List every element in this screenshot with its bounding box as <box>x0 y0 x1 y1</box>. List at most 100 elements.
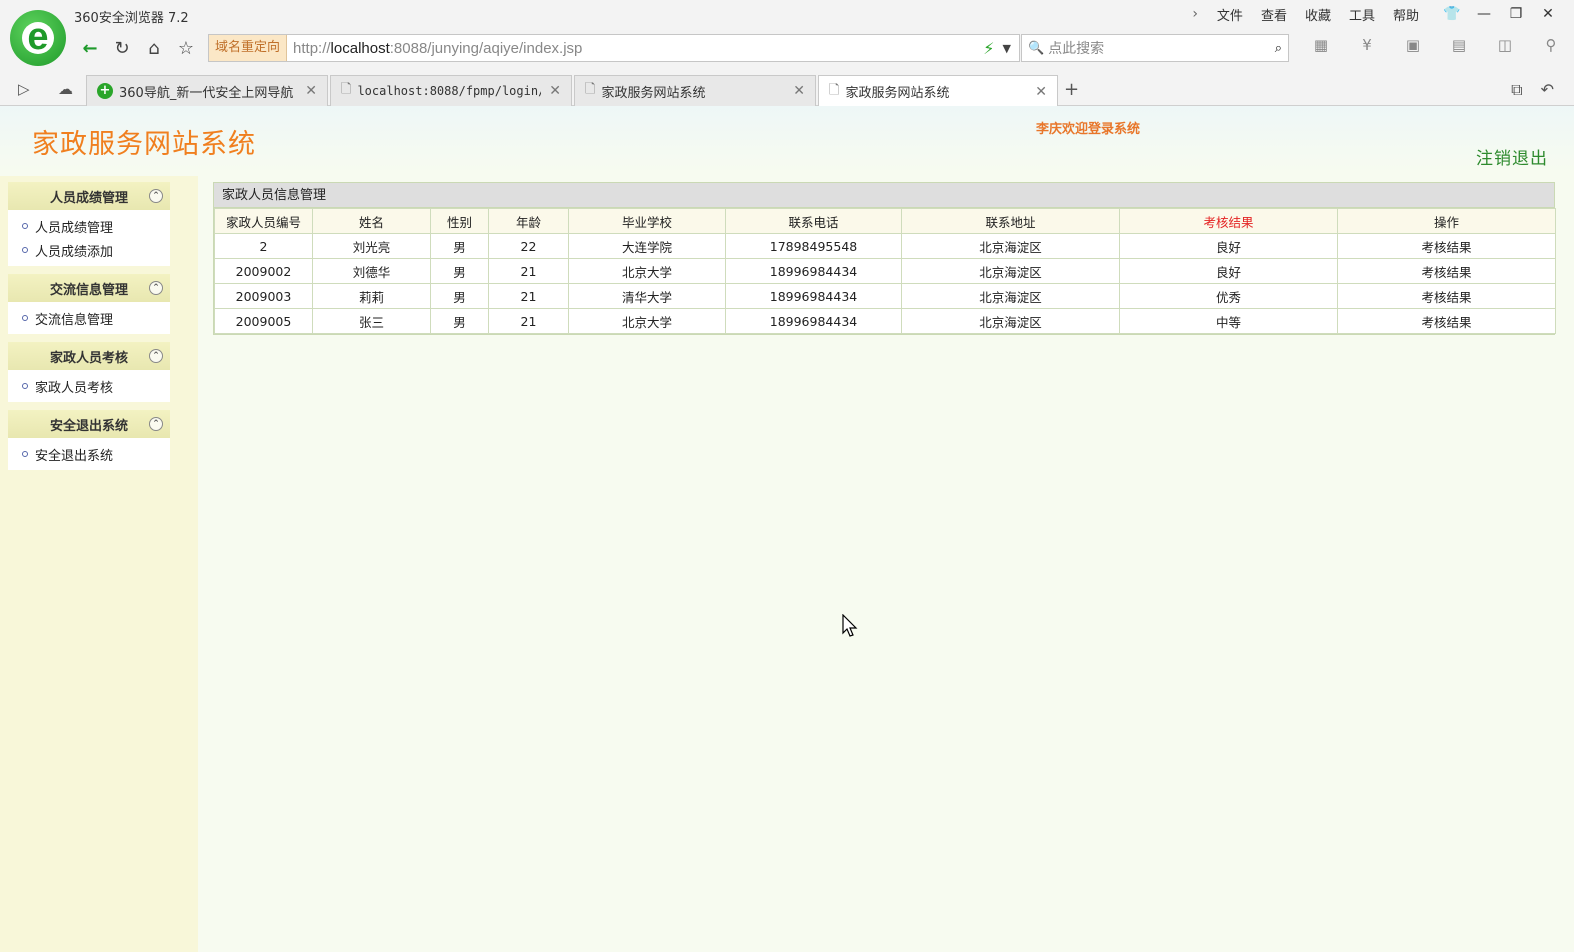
search-box[interactable]: 🔍 点此搜索 ⌕ <box>1021 34 1289 62</box>
page-icon: 🗋 <box>341 82 352 97</box>
sidebar-section-header[interactable]: 交流信息管理 ⌃ <box>8 274 170 302</box>
col-header-age: 年龄 <box>488 208 569 234</box>
close-window-icon[interactable]: ✕ <box>1532 6 1564 22</box>
site-title: 家政服务网站系统 <box>32 129 256 160</box>
search-icon[interactable]: ⌕ <box>1275 41 1282 56</box>
welcome-text: 李庆欢迎登录系统 <box>1036 122 1141 137</box>
tab-close-icon[interactable]: ✕ <box>549 83 561 99</box>
undo-close-icon[interactable]: ↶ <box>1541 80 1554 100</box>
bullet-icon <box>22 247 28 253</box>
cell-name: 张三 <box>312 308 431 334</box>
lightning-icon[interactable]: ⚡ <box>983 39 994 58</box>
url-text[interactable]: http://localhost:8088/junying/aqiye/inde… <box>293 40 983 57</box>
cell-address: 北京海淀区 <box>901 308 1120 334</box>
zoom-icon[interactable]: ⚲ <box>1528 36 1574 54</box>
sidebar-item-exit[interactable]: 安全退出系统 <box>8 442 170 466</box>
sidebar: 人员成绩管理 ⌃ 人员成绩管理 人员成绩添加 交流信息管理 ⌃ 交流信息管理 家… <box>0 176 198 952</box>
tab-360-nav[interactable]: + 360导航_新一代安全上网导航 ✕ <box>86 75 328 106</box>
collapse-icon[interactable]: ⌃ <box>149 281 163 295</box>
tab-close-icon[interactable]: ✕ <box>793 83 805 99</box>
col-header-action: 操作 <box>1337 208 1556 234</box>
menu-expand-icon[interactable]: › <box>1192 6 1198 22</box>
cell-gender: 男 <box>430 233 489 259</box>
cell-gender: 男 <box>430 308 489 334</box>
restore-tabs-icon[interactable]: ⧉ <box>1511 80 1522 100</box>
cell-school: 北京大学 <box>568 308 726 334</box>
new-tab-icon[interactable]: + <box>1064 79 1079 100</box>
site-header: 家政服务网站系统 李庆欢迎登录系统 注销退出 <box>0 106 1574 172</box>
cell-phone: 18996984434 <box>725 283 902 309</box>
web-page: 家政服务网站系统 李庆欢迎登录系统 注销退出 人员成绩管理 ⌃ 人员成绩管理 人… <box>0 106 1574 952</box>
cell-address: 北京海淀区 <box>901 233 1120 259</box>
cell-action[interactable]: 考核结果 <box>1337 258 1556 284</box>
table-row: 2009003 莉莉男 21 清华大学 18996984434 北京海淀区 优秀 考核结果 <box>214 283 1556 309</box>
payment-icon[interactable]: ¥ <box>1344 36 1390 54</box>
sidebar-item-message-manage[interactable]: 交流信息管理 <box>8 306 170 330</box>
collapse-icon[interactable]: ⌃ <box>149 189 163 203</box>
browser-title: 360安全浏览器 7.2 <box>74 11 189 26</box>
star-icon[interactable]: ☆ <box>170 34 202 62</box>
sidebar-toggle-icon[interactable]: ▷ <box>18 80 30 98</box>
tab-housekeeping-1[interactable]: 🗋 家政服务网站系统 ✕ <box>574 75 816 106</box>
back-icon[interactable]: ← <box>74 34 106 62</box>
skin-icon[interactable]: 👕 <box>1436 6 1468 22</box>
nav-buttons: ← ↻ ⌂ ☆ <box>74 33 202 63</box>
gift-icon[interactable]: ▤ <box>1436 36 1482 54</box>
cell-school: 清华大学 <box>568 283 726 309</box>
browser-chrome: e 360安全浏览器 7.2 › 文件 查看 收藏 工具 帮助 👕 — ❐ ✕ … <box>0 0 1574 107</box>
cell-action[interactable]: 考核结果 <box>1337 308 1556 334</box>
col-header-address: 联系地址 <box>901 208 1120 234</box>
sidebar-section-exit: 安全退出系统 ⌃ 安全退出系统 <box>8 410 170 470</box>
cell-phone: 18996984434 <box>725 308 902 334</box>
address-bar[interactable]: 域名重定向 http://localhost:8088/junying/aqiy… <box>208 34 1020 62</box>
redirect-badge[interactable]: 域名重定向 <box>209 35 288 61</box>
sidebar-item-score-manage[interactable]: 人员成绩管理 <box>8 214 170 238</box>
chevron-down-icon[interactable]: ▼ <box>1003 42 1011 55</box>
staff-table: 家政人员编号 姓名 性别 年龄 毕业学校 联系电话 联系地址 考核结果 操作 2… <box>214 208 1556 334</box>
cell-action[interactable]: 考核结果 <box>1337 283 1556 309</box>
cell-name: 刘光亮 <box>312 233 431 259</box>
col-header-result: 考核结果 <box>1119 208 1338 234</box>
menu-view[interactable]: 查看 <box>1261 5 1287 24</box>
sidebar-section-assessment: 家政人员考核 ⌃ 家政人员考核 <box>8 342 170 402</box>
tab-strip: ▷ ☁ + 360导航_新一代安全上网导航 ✕ 🗋 localhost:8088… <box>0 74 1574 107</box>
apps-icon[interactable]: ▦ <box>1298 36 1344 54</box>
table-header-row: 家政人员编号 姓名 性别 年龄 毕业学校 联系电话 联系地址 考核结果 操作 <box>214 208 1556 234</box>
home-icon[interactable]: ⌂ <box>138 34 170 62</box>
menu-favorites[interactable]: 收藏 <box>1305 5 1331 24</box>
browser-logo-icon: e <box>10 10 66 66</box>
cell-age: 21 <box>488 258 569 284</box>
tab-localhost-login[interactable]: 🗋 localhost:8088/fpmp/login/ ✕ <box>330 75 572 106</box>
pdf-icon[interactable]: ▣ <box>1390 36 1436 54</box>
bullet-icon <box>22 383 28 389</box>
sidebar-section-header[interactable]: 安全退出系统 ⌃ <box>8 410 170 438</box>
search-input[interactable]: 点此搜索 <box>1048 38 1275 58</box>
col-header-school: 毕业学校 <box>568 208 726 234</box>
refresh-icon[interactable]: ↻ <box>106 34 138 62</box>
col-header-id: 家政人员编号 <box>214 208 313 234</box>
menu-file[interactable]: 文件 <box>1217 5 1243 24</box>
sidebar-section-header[interactable]: 家政人员考核 ⌃ <box>8 342 170 370</box>
sidebar-item-assessment[interactable]: 家政人员考核 <box>8 374 170 398</box>
sidebar-section-header[interactable]: 人员成绩管理 ⌃ <box>8 182 170 210</box>
tab-close-icon[interactable]: ✕ <box>305 83 317 99</box>
minimize-icon[interactable]: — <box>1468 6 1500 22</box>
tab-housekeeping-active[interactable]: 🗋 家政服务网站系统 ✕ <box>818 75 1058 107</box>
logout-link[interactable]: 注销退出 <box>1476 144 1548 169</box>
menu-tools[interactable]: 工具 <box>1349 5 1375 24</box>
collapse-icon[interactable]: ⌃ <box>149 349 163 363</box>
game-icon[interactable]: ◫ <box>1482 36 1528 54</box>
search-engine-icon[interactable]: 🔍 <box>1028 41 1044 56</box>
staff-info-panel: 家政人员信息管理 家政人员编号 姓名 性别 年龄 毕业学校 联系电话 联系地址 … <box>213 182 1556 335</box>
sidebar-item-score-add[interactable]: 人员成绩添加 <box>8 238 170 262</box>
cloud-icon[interactable]: ☁ <box>58 80 73 98</box>
maximize-icon[interactable]: ❐ <box>1500 6 1532 22</box>
tab-close-icon[interactable]: ✕ <box>1035 84 1047 100</box>
sidebar-section-scores: 人员成绩管理 ⌃ 人员成绩管理 人员成绩添加 <box>8 182 170 266</box>
collapse-icon[interactable]: ⌃ <box>149 417 163 431</box>
bullet-icon <box>22 315 28 321</box>
cell-id: 2009003 <box>214 283 313 309</box>
menu-help[interactable]: 帮助 <box>1393 5 1419 24</box>
table-row: 2009005 张三男 21 北京大学 18996984434 北京海淀区 中等 考核结果 <box>214 308 1556 334</box>
cell-action[interactable]: 考核结果 <box>1337 233 1556 259</box>
